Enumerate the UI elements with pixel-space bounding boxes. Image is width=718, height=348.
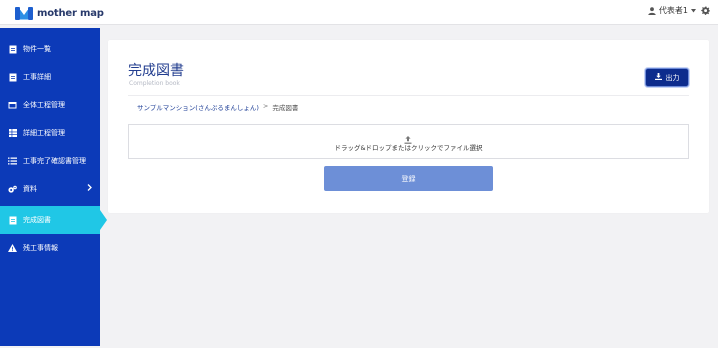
sidebar-item-label: 工事詳細: [23, 73, 51, 81]
caret-down-icon: [691, 8, 696, 13]
sidebar-item-construction-details[interactable]: 工事詳細: [0, 63, 100, 91]
dropzone-text: ドラッグ&ドロップまたはクリックでファイル選択: [334, 144, 483, 152]
document-icon: [8, 73, 17, 82]
breadcrumb-separator: >: [262, 102, 269, 110]
sidebar-item-label: 完成図書: [23, 216, 51, 224]
sidebar-item-label: 残工事情報: [23, 244, 58, 252]
user-menu[interactable]: 代表者1: [648, 5, 710, 16]
list-icon: [8, 157, 17, 166]
page-title: 完成図書: [128, 63, 184, 79]
sidebar-item-label: 資料: [23, 185, 37, 193]
book-icon: [8, 216, 17, 225]
sidebar-item-remaining-work[interactable]: 残工事情報: [0, 234, 100, 262]
sidebar-item-completion-book[interactable]: 完成図書: [0, 206, 107, 234]
warning-icon: [8, 244, 17, 253]
sidebar-item-label: 工事完了確認書管理: [23, 157, 86, 165]
sidebar-item-label: 詳細工程管理: [23, 129, 65, 137]
user-icon: [648, 6, 656, 15]
main-card: 完成図書 Completion book 出力 サンプルマンション(さんぷるまん…: [108, 40, 709, 213]
sidebar-item-materials[interactable]: 資料: [0, 175, 100, 203]
logo-text: mother map: [37, 7, 104, 19]
sidebar-item-property-list[interactable]: 物件一覧: [0, 35, 100, 63]
gear-icon[interactable]: [701, 6, 710, 15]
breadcrumb-current: 完成図書: [272, 104, 299, 112]
sidebar: 物件一覧 工事詳細 全体工程管理 詳細工程管理 工事完了確認書管理 資料 完成図…: [0, 28, 107, 346]
file-dropzone[interactable]: ドラッグ&ドロップまたはクリックでファイル選択: [128, 124, 689, 159]
sidebar-item-label: 全体工程管理: [23, 101, 65, 109]
grid-icon: [8, 129, 17, 138]
logo-mark-icon: [15, 6, 33, 20]
sidebar-item-detailed-schedule[interactable]: 詳細工程管理: [0, 119, 100, 147]
app-logo[interactable]: mother map: [15, 5, 104, 21]
gears-icon: [8, 185, 17, 194]
register-button[interactable]: 登録: [324, 166, 493, 191]
calendar-icon: [8, 101, 17, 110]
top-header: mother map 代表者1: [0, 0, 718, 25]
chevron-right-icon: [87, 184, 92, 193]
sidebar-item-label: 物件一覧: [23, 45, 51, 53]
breadcrumb: サンプルマンション(さんぷるまんしょん) > 完成図書: [137, 102, 298, 112]
breadcrumb-link-property[interactable]: サンプルマンション(さんぷるまんしょん): [137, 102, 259, 112]
sidebar-item-completion-confirmation[interactable]: 工事完了確認書管理: [0, 147, 100, 175]
download-icon: [654, 73, 666, 82]
document-icon: [8, 45, 17, 54]
sidebar-item-overall-schedule[interactable]: 全体工程管理: [0, 91, 100, 119]
user-name: 代表者1: [658, 6, 688, 15]
divider: [128, 95, 689, 96]
output-button-label: 出力: [665, 73, 680, 82]
page-subtitle: Completion book: [129, 80, 180, 87]
output-button[interactable]: 出力: [645, 68, 689, 87]
